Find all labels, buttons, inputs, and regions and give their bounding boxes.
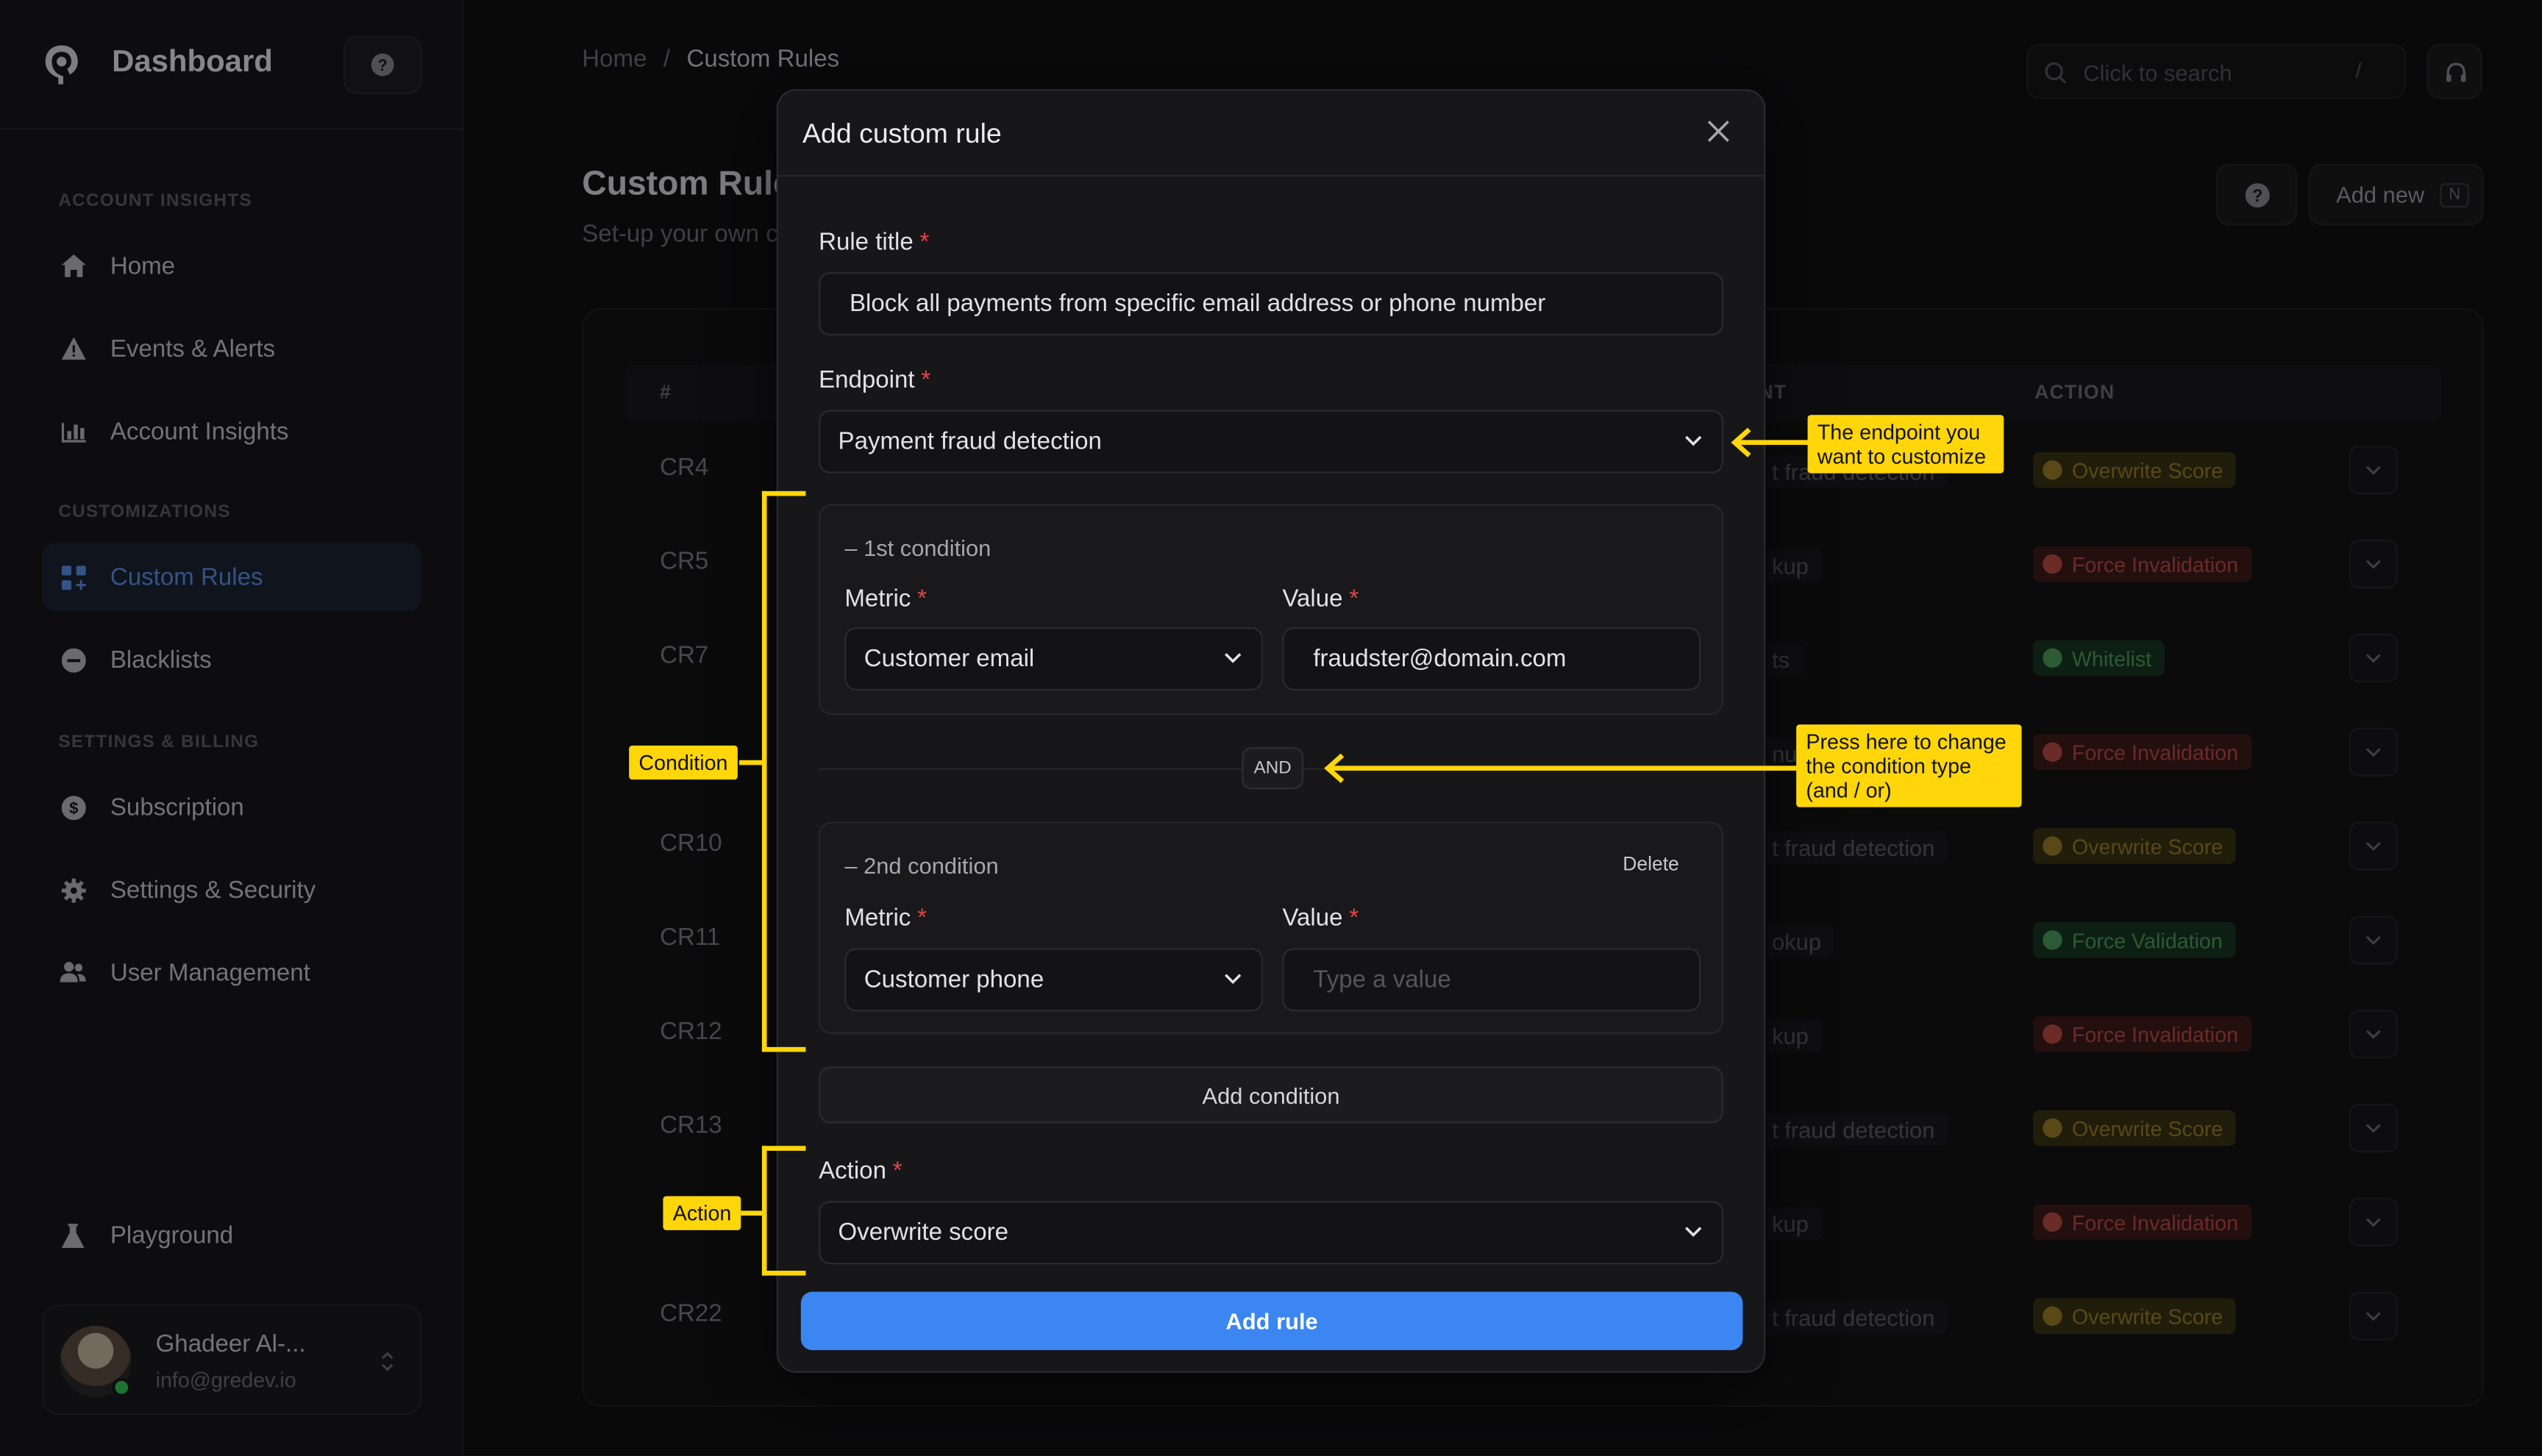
endpoint-annotation-arrow bbox=[1731, 427, 1809, 457]
action-tag: Action bbox=[663, 1196, 741, 1230]
add-rule-button[interactable]: Add rule bbox=[800, 1291, 1743, 1351]
rule-title-input[interactable]: Block all payments from specific email a… bbox=[819, 272, 1723, 336]
metric-select[interactable]: Customer phone bbox=[844, 948, 1263, 1012]
close-icon[interactable] bbox=[1706, 118, 1731, 144]
add-condition-button[interactable]: Add condition bbox=[819, 1066, 1723, 1124]
value-label: Value * bbox=[1282, 904, 1359, 932]
endpoint-select[interactable]: Payment fraud detection bbox=[819, 410, 1723, 474]
modal-header: Add custom rule bbox=[777, 90, 1765, 177]
rule-title-label: Rule title * bbox=[819, 228, 930, 257]
condition-title[interactable]: – 1st condition bbox=[844, 535, 991, 560]
condition-title[interactable]: – 2nd condition bbox=[844, 852, 998, 878]
condition-bracket bbox=[761, 1046, 806, 1052]
chevron-down-icon bbox=[1685, 1227, 1702, 1238]
chevron-down-icon bbox=[1225, 974, 1242, 985]
metric-label: Metric * bbox=[844, 904, 928, 932]
action-bracket bbox=[761, 1146, 806, 1151]
condition-card: – 1st condition Metric * Customer email V… bbox=[819, 504, 1723, 715]
action-bracket bbox=[741, 1210, 766, 1216]
value-input[interactable]: Type a value bbox=[1282, 948, 1701, 1012]
delete-condition-button[interactable]: Delete bbox=[1623, 852, 1678, 875]
metric-select[interactable]: Customer email bbox=[844, 627, 1263, 690]
condition-bracket bbox=[739, 760, 766, 766]
operator-annotation: Press here to change the condition type … bbox=[1796, 724, 2022, 807]
action-bracket bbox=[761, 1271, 806, 1276]
modal-title: Add custom rule bbox=[802, 118, 1002, 149]
add-rule-modal: Add custom rule Rule title * Block all pa… bbox=[776, 89, 1766, 1373]
action-label: Action * bbox=[819, 1157, 902, 1185]
operator-annotation-arrow bbox=[1324, 753, 1798, 783]
condition-bracket bbox=[761, 490, 806, 496]
condition-bracket bbox=[761, 490, 767, 1052]
chevron-down-icon bbox=[1685, 435, 1702, 446]
value-input[interactable]: fraudster@domain.com bbox=[1282, 627, 1701, 690]
condition-tag: Condition bbox=[629, 745, 738, 780]
condition-card: – 2nd condition Delete Metric * Customer … bbox=[819, 821, 1723, 1035]
metric-label: Metric * bbox=[844, 585, 928, 613]
endpoint-annotation: The endpoint you want to customize bbox=[1807, 415, 2004, 474]
value-label: Value * bbox=[1282, 585, 1359, 613]
condition-operator-toggle[interactable]: AND bbox=[1242, 747, 1304, 790]
chevron-down-icon bbox=[1225, 653, 1242, 663]
endpoint-label: Endpoint * bbox=[819, 366, 931, 394]
action-select[interactable]: Overwrite score bbox=[819, 1201, 1723, 1265]
